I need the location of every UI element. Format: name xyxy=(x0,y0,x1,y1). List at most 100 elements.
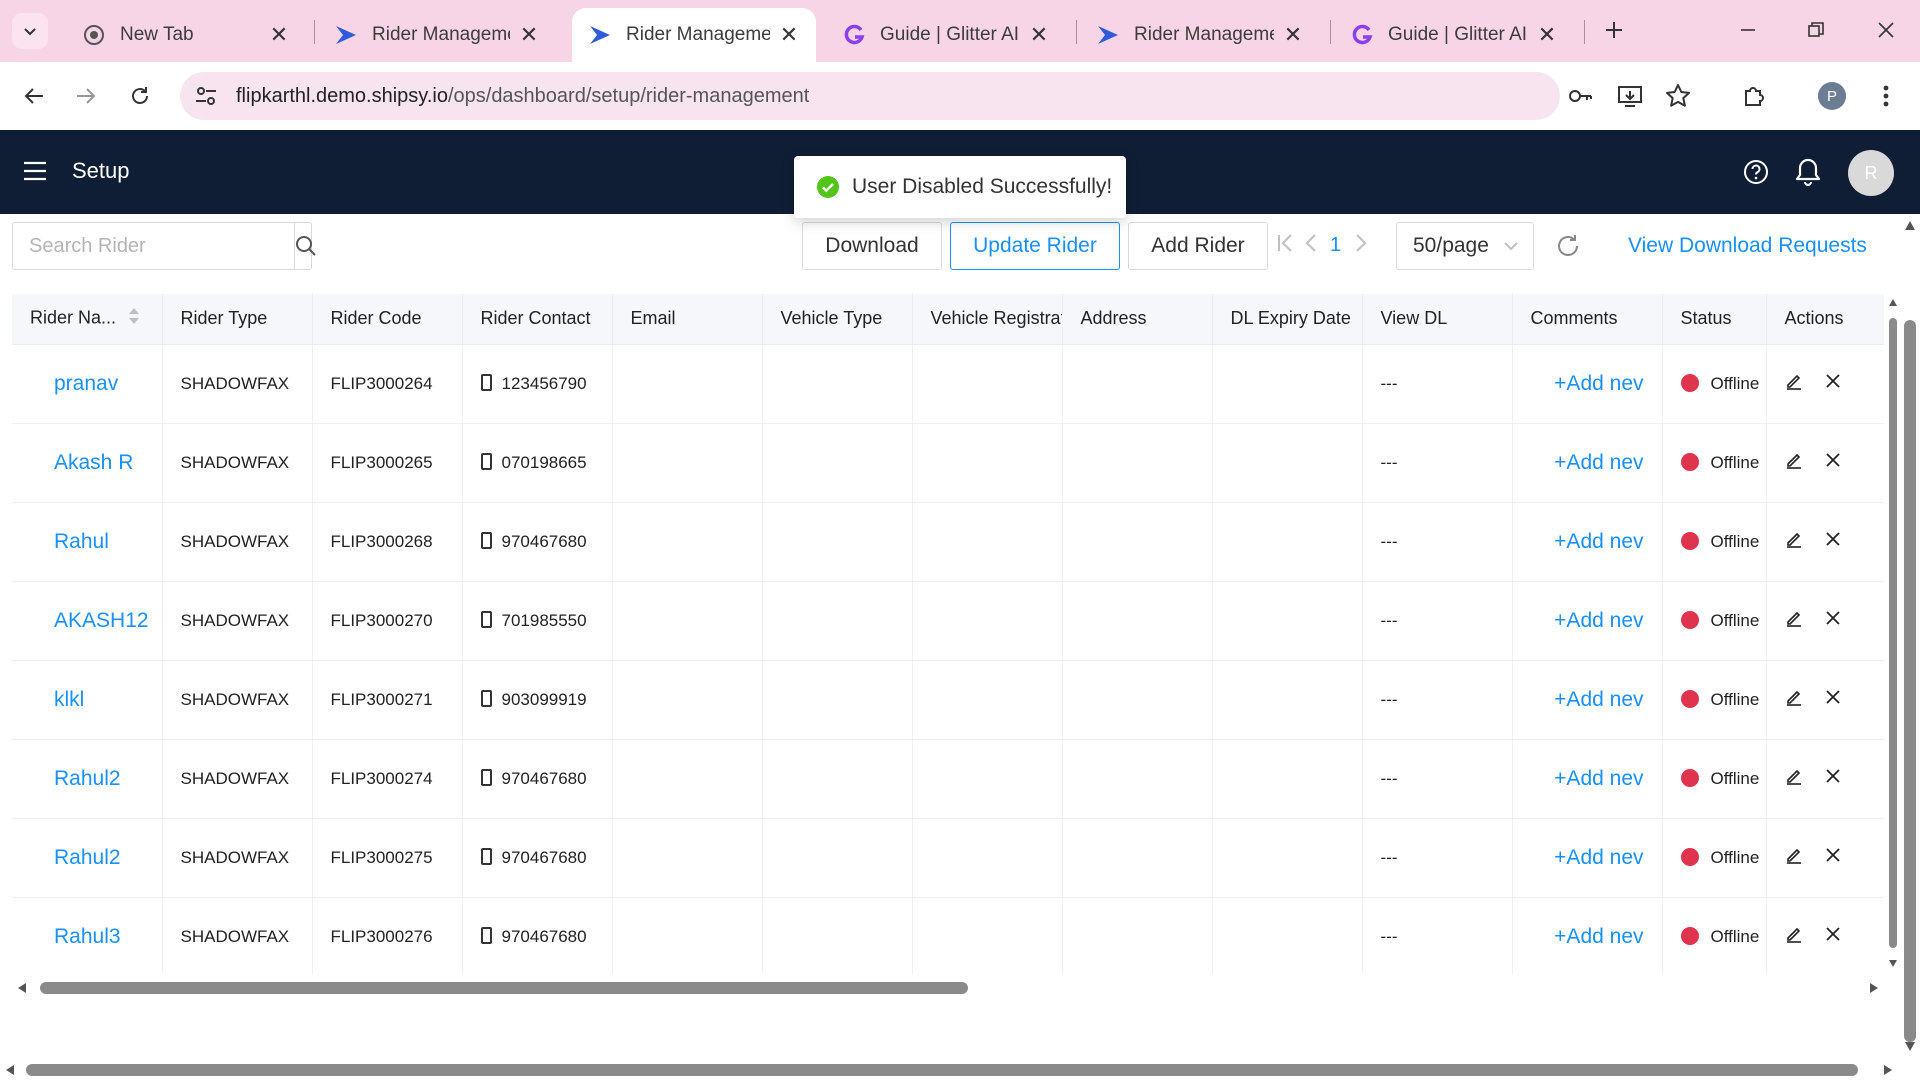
install-app-icon[interactable] xyxy=(1610,76,1650,116)
edit-pencil-icon[interactable] xyxy=(1785,767,1803,790)
view-dl-cell: --- xyxy=(1362,818,1513,898)
restore-button[interactable] xyxy=(1796,10,1836,50)
browser-tab-3[interactable]: Guide | Glitter AI ✕ xyxy=(826,8,1066,62)
notification-bell-icon[interactable] xyxy=(1788,152,1828,192)
edit-pencil-icon[interactable] xyxy=(1785,846,1803,869)
browser-tab-1[interactable]: Rider Management ✕ xyxy=(318,8,556,62)
extensions-button[interactable] xyxy=(1734,76,1774,116)
close-icon[interactable]: ✕ xyxy=(1028,22,1050,48)
rider-name-link[interactable]: Rahul xyxy=(12,502,163,582)
phone-icon xyxy=(480,531,492,549)
rider-type-cell: SHADOWFAX xyxy=(162,581,313,661)
vehicle-type-cell xyxy=(762,423,913,503)
search-button[interactable] xyxy=(294,223,317,269)
edit-pencil-icon[interactable] xyxy=(1785,372,1803,395)
view-download-requests-link[interactable]: View Download Requests xyxy=(1628,234,1867,258)
tab-search-button[interactable] xyxy=(12,13,48,49)
status-label: Offline xyxy=(1710,373,1760,393)
scrollbar-thumb[interactable] xyxy=(1904,320,1916,1042)
close-icon[interactable]: ✕ xyxy=(1536,22,1558,48)
browser-tab-0[interactable]: New Tab ✕ xyxy=(66,8,306,62)
disable-close-icon[interactable] xyxy=(1825,847,1841,868)
add-comment-link[interactable]: +Add nev xyxy=(1512,897,1663,974)
disable-close-icon[interactable] xyxy=(1825,531,1841,552)
browser-tab-5[interactable]: Guide | Glitter AI ✕ xyxy=(1334,8,1574,62)
user-avatar[interactable]: R xyxy=(1848,150,1894,196)
back-button[interactable] xyxy=(14,76,54,116)
page-horizontal-scrollbar[interactable] xyxy=(0,1060,1900,1080)
sort-icon[interactable] xyxy=(128,306,140,331)
current-page-number[interactable]: 1 xyxy=(1330,234,1341,257)
prev-page-icon[interactable] xyxy=(1304,232,1318,260)
add-rider-button[interactable]: Add Rider xyxy=(1128,222,1268,270)
browser-tab-4[interactable]: Rider Management ✕ xyxy=(1080,8,1320,62)
forward-button[interactable] xyxy=(66,76,106,116)
column-header[interactable]: Rider Na... xyxy=(12,294,163,345)
close-icon[interactable]: ✕ xyxy=(268,22,290,48)
close-icon[interactable]: ✕ xyxy=(778,22,800,48)
edit-pencil-icon[interactable] xyxy=(1785,530,1803,553)
reload-button[interactable] xyxy=(120,76,160,116)
scrollbar-thumb[interactable] xyxy=(40,982,968,994)
table-vertical-scrollbar[interactable] xyxy=(1886,294,1900,974)
add-comment-link[interactable]: +Add nev xyxy=(1512,423,1663,503)
view-dl-cell: --- xyxy=(1362,739,1513,819)
add-comment-link[interactable]: +Add nev xyxy=(1512,739,1663,819)
close-icon[interactable]: ✕ xyxy=(518,22,540,48)
rider-name-link[interactable]: Rahul2 xyxy=(12,818,163,898)
disable-close-icon[interactable] xyxy=(1825,373,1841,394)
add-comment-link[interactable]: +Add nev xyxy=(1512,660,1663,740)
table-horizontal-scrollbar[interactable] xyxy=(12,978,1884,998)
rider-name-link[interactable]: Akash R xyxy=(12,423,163,503)
disable-close-icon[interactable] xyxy=(1825,768,1841,789)
password-key-icon[interactable] xyxy=(1560,76,1600,116)
edit-pencil-icon[interactable] xyxy=(1785,688,1803,711)
disable-close-icon[interactable] xyxy=(1825,689,1841,710)
rider-name-link[interactable]: pranav xyxy=(12,344,163,424)
page-vertical-scrollbar[interactable] xyxy=(1900,214,1920,1060)
rider-name-link[interactable]: klkl xyxy=(12,660,163,740)
status-cell: Offline xyxy=(1662,581,1767,661)
scrollbar-thumb[interactable] xyxy=(26,1064,1858,1076)
help-icon[interactable] xyxy=(1736,152,1776,192)
browser-tab-2[interactable]: Rider Management ✕ xyxy=(572,8,816,62)
rider-contact-value: 970467680 xyxy=(501,531,587,551)
add-comment-link[interactable]: +Add nev xyxy=(1512,502,1663,582)
bookmark-star-icon[interactable] xyxy=(1658,76,1698,116)
edit-pencil-icon[interactable] xyxy=(1785,609,1803,632)
site-info-icon[interactable] xyxy=(194,84,218,113)
add-comment-link[interactable]: +Add nev xyxy=(1512,818,1663,898)
scrollbar-thumb[interactable] xyxy=(1889,318,1897,948)
new-tab-button[interactable] xyxy=(1594,10,1634,50)
address-cell xyxy=(1062,660,1213,740)
close-icon[interactable]: ✕ xyxy=(1282,22,1304,48)
next-page-icon[interactable] xyxy=(1354,232,1368,260)
download-button[interactable]: Download xyxy=(802,222,942,270)
add-comment-link[interactable]: +Add nev xyxy=(1512,581,1663,661)
rider-type-cell: SHADOWFAX xyxy=(162,502,313,582)
arrow-left-icon xyxy=(24,88,43,104)
disable-close-icon[interactable] xyxy=(1825,610,1841,631)
disable-close-icon[interactable] xyxy=(1825,452,1841,473)
address-bar[interactable]: flipkarthl.demo.shipsy.io/ops/dashboard/… xyxy=(180,72,1690,120)
add-comment-link[interactable]: +Add nev xyxy=(1512,344,1663,424)
disable-close-icon[interactable] xyxy=(1825,926,1841,947)
rider-code-cell: FLIP3000274 xyxy=(312,739,463,819)
rider-type-cell: SHADOWFAX xyxy=(162,897,313,974)
rider-name-link[interactable]: Rahul3 xyxy=(12,897,163,974)
first-page-icon[interactable] xyxy=(1276,232,1294,260)
status-label: Offline xyxy=(1710,531,1760,551)
refresh-icon[interactable] xyxy=(1552,230,1584,262)
profile-avatar[interactable]: P xyxy=(1818,82,1846,110)
update-rider-button[interactable]: Update Rider xyxy=(950,222,1120,270)
rider-name-link[interactable]: Rahul2 xyxy=(12,739,163,819)
window-close-button[interactable] xyxy=(1866,10,1906,50)
edit-pencil-icon[interactable] xyxy=(1785,925,1803,948)
hamburger-menu-icon[interactable] xyxy=(22,158,50,186)
minimize-button[interactable] xyxy=(1728,10,1768,50)
rider-name-link[interactable]: AKASH12 xyxy=(12,581,163,661)
edit-pencil-icon[interactable] xyxy=(1785,451,1803,474)
search-rider-input[interactable] xyxy=(13,223,294,269)
browser-menu-button[interactable] xyxy=(1866,76,1906,116)
page-size-select[interactable]: 50/page xyxy=(1396,222,1534,270)
